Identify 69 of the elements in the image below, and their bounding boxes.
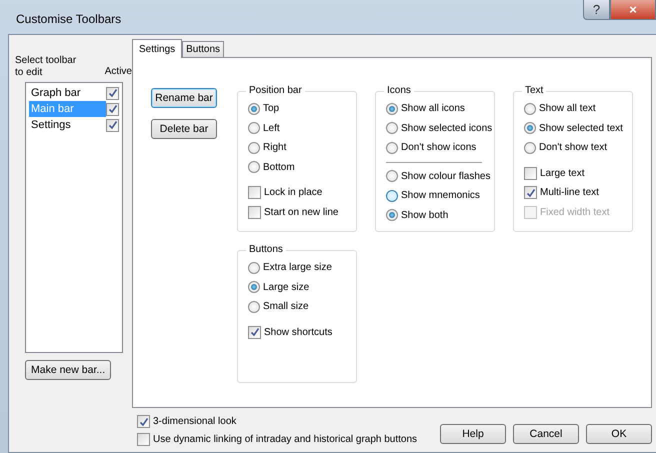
- group-title: Buttons: [248, 244, 284, 256]
- radio-button[interactable]: [248, 161, 260, 174]
- active-checkbox[interactable]: [106, 118, 119, 132]
- group-title: Position bar: [248, 85, 303, 97]
- checkbox[interactable]: [524, 186, 537, 200]
- option-label: Multi-line text: [540, 186, 599, 200]
- list-item[interactable]: Graph bar: [29, 85, 106, 101]
- bar-button[interactable]: Rename bar: [151, 88, 217, 108]
- option-label: Bottom: [263, 160, 295, 175]
- option-label: Show all icons: [401, 102, 465, 116]
- checkbox[interactable]: [248, 326, 261, 339]
- list-label: Select toolbar to edit: [15, 55, 78, 79]
- help-button[interactable]: ?: [583, 0, 610, 20]
- radio-button[interactable]: [524, 102, 536, 115]
- radio-button[interactable]: [386, 190, 398, 202]
- group-title: Icons: [386, 85, 412, 97]
- bar-button[interactable]: Delete bar: [151, 119, 217, 139]
- checkbox[interactable]: [248, 206, 261, 219]
- option-label: Show mnemonics: [401, 189, 480, 204]
- group-title: Text: [524, 85, 544, 97]
- radio-button[interactable]: [386, 122, 398, 134]
- radio-button[interactable]: [524, 122, 536, 134]
- checkbox[interactable]: [137, 433, 150, 446]
- radio-button[interactable]: [248, 142, 260, 154]
- active-checkbox[interactable]: [106, 102, 119, 116]
- dialog-button[interactable]: Help: [440, 424, 506, 444]
- option-label: Show colour flashes: [401, 170, 490, 184]
- option-label: Extra large size: [263, 261, 332, 276]
- checkbox[interactable]: [137, 415, 150, 428]
- option-label: Left: [263, 122, 280, 136]
- option-label: 3-dimensional look: [153, 415, 236, 429]
- checkbox[interactable]: [524, 166, 537, 180]
- radio-button[interactable]: [386, 142, 398, 154]
- radio-button[interactable]: [386, 209, 398, 222]
- dialog-button[interactable]: Cancel: [513, 424, 579, 444]
- active-checkbox[interactable]: [106, 86, 119, 100]
- tab[interactable]: Settings: [132, 39, 182, 58]
- checkbox[interactable]: [248, 186, 261, 200]
- radio-button[interactable]: [248, 262, 260, 274]
- option-label: Lock in place: [264, 186, 322, 200]
- option-label: Start on new line: [264, 206, 338, 220]
- tab[interactable]: Buttons: [182, 41, 224, 57]
- option-label: Don't show text: [539, 141, 608, 156]
- option-label: Show selected icons: [401, 122, 492, 136]
- radio-button[interactable]: [524, 142, 536, 154]
- radio-button[interactable]: [248, 300, 260, 313]
- active-column-label: Active: [104, 65, 132, 79]
- option-label: Don't show icons: [401, 141, 476, 156]
- radio-button[interactable]: [386, 102, 398, 115]
- radio-button[interactable]: [248, 102, 260, 115]
- option-label: Small size: [263, 300, 309, 314]
- option-label: Show selected text: [539, 122, 623, 136]
- option-label: Top: [263, 102, 280, 116]
- option-label: Large text: [540, 166, 584, 181]
- dialog-button[interactable]: OK: [586, 424, 652, 444]
- make-new-bar-button[interactable]: Make new bar...: [25, 360, 112, 380]
- option-label: Use dynamic linking of intraday and historical graph buttons: [153, 433, 418, 447]
- toolbar-listbox[interactable]: Graph bar Main bar Settings: [25, 82, 123, 353]
- option-label: Show shortcuts: [264, 326, 332, 340]
- radio-button[interactable]: [248, 122, 260, 134]
- option-label: Fixed width text: [540, 206, 610, 220]
- radio-button[interactable]: [386, 170, 398, 182]
- option-label: Show both: [401, 208, 448, 223]
- option-label: Show all text: [539, 102, 596, 116]
- window-title: Customise Toolbars: [16, 11, 122, 28]
- option-label: Large size: [263, 280, 310, 295]
- option-label: Right: [263, 141, 286, 156]
- radio-button[interactable]: [248, 281, 260, 294]
- list-item[interactable]: Settings: [29, 117, 106, 133]
